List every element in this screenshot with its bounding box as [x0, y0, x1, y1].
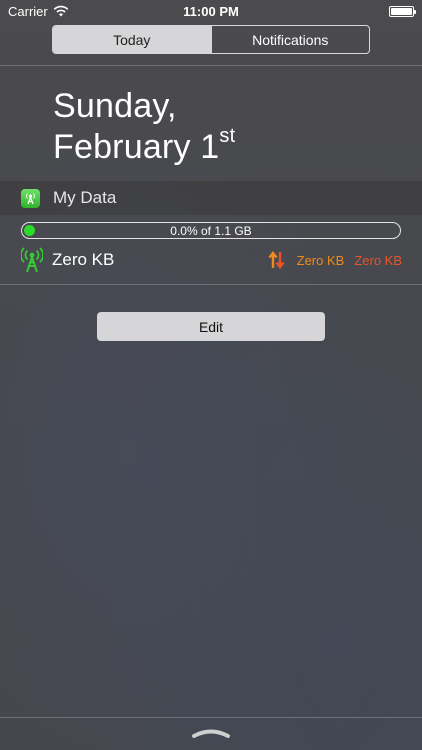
carrier-label: Carrier: [8, 3, 48, 19]
antenna-glyph-icon: [26, 192, 35, 204]
antenna-app-icon: [21, 188, 40, 208]
date-month-day: February 1st: [53, 124, 236, 167]
edit-button[interactable]: Edit: [97, 312, 325, 341]
widget-divider: [0, 284, 422, 285]
upload-value: Zero KB: [296, 252, 345, 268]
tab-notifications[interactable]: Notifications: [210, 26, 370, 53]
progress-label: 0.0% of 1.1 GB: [170, 223, 252, 238]
usage-row: Zero KB Zero KB Zero KB: [21, 246, 402, 274]
antenna-icon: [21, 247, 43, 273]
footer-divider: [0, 717, 422, 718]
updown-arrows-icon: [268, 251, 285, 269]
widget-title: My Data: [53, 188, 117, 207]
date-ordinal-suffix: st: [219, 124, 236, 147]
tab-today[interactable]: Today: [53, 26, 211, 53]
chevron-handle-icon[interactable]: [191, 728, 231, 738]
download-value: Zero KB: [354, 252, 402, 268]
header-divider: [0, 65, 422, 66]
wifi-icon: [53, 5, 68, 17]
data-usage-progress-bar: 0.0% of 1.1 GB: [21, 222, 401, 239]
status-bar: Carrier 11:00 PM: [0, 0, 422, 22]
transfer-group: Zero KB Zero KB: [268, 250, 402, 270]
battery-fill: [391, 7, 412, 15]
date-month-day-text: February 1: [53, 128, 220, 166]
date-weekday: Sunday,: [53, 87, 177, 125]
carrier-group: Carrier: [8, 4, 69, 19]
widget-header[interactable]: My Data: [0, 181, 422, 215]
total-usage-value: Zero KB: [52, 250, 115, 269]
view-segmented-control: Today Notifications: [52, 25, 370, 54]
battery-icon: [389, 5, 416, 17]
